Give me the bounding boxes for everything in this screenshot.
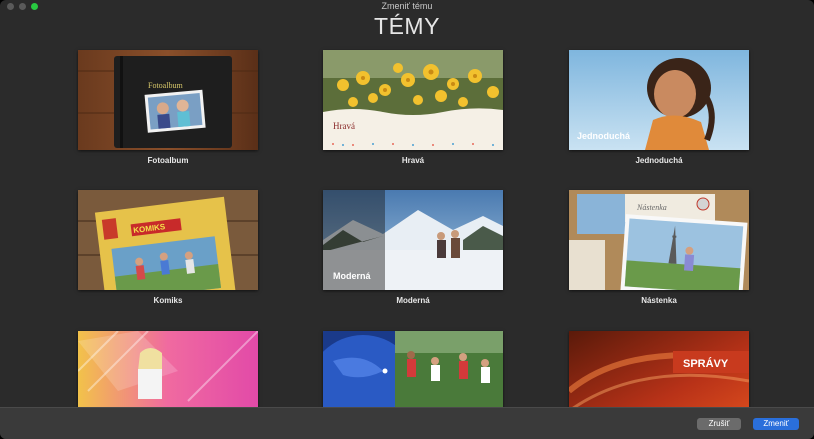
globe-theme-thumbnail xyxy=(323,331,503,407)
pink-theme-thumbnail xyxy=(78,331,258,407)
jednoducha-thumbnail: Jednoduchá xyxy=(569,50,749,150)
theme-tile-fotoalbum[interactable]: Fotoalbum xyxy=(78,50,258,150)
theme-tile-row3-right[interactable]: SPRÁVY xyxy=(569,331,749,407)
nastenka-thumbnail: Nástenka xyxy=(569,190,749,290)
theme-label-komiks: Komiks xyxy=(153,296,183,305)
fotoalbum-thumbnail: Fotoalbum xyxy=(78,50,258,150)
theme-tile-jednoducha[interactable]: Jednoduchá xyxy=(569,50,749,150)
theme-label-moderna: Moderná xyxy=(396,296,430,305)
theme-tile-komiks[interactable]: KOMIKS xyxy=(78,190,258,290)
theme-label-fotoalbum: Fotoalbum xyxy=(147,156,189,165)
footer-bar: Zrušiť Zmeniť xyxy=(0,407,814,439)
theme-label-nastenka: Nástenka xyxy=(641,296,677,305)
theme-tile-nastenka[interactable]: Nástenka xyxy=(569,190,749,290)
cancel-button[interactable]: Zrušiť xyxy=(697,418,741,430)
spravy-overlay-text: SPRÁVY xyxy=(683,357,729,370)
jednoducha-overlay-text: Jednoduchá xyxy=(577,131,631,141)
change-button[interactable]: Zmeniť xyxy=(753,418,799,430)
theme-label-jednoducha: Jednoduchá xyxy=(635,156,683,165)
hrava-overlay-text: Hravá xyxy=(333,121,355,131)
komiks-thumbnail: KOMIKS xyxy=(78,190,258,290)
theme-tile-row3-left[interactable] xyxy=(78,331,258,407)
moderna-overlay-text: Moderná xyxy=(333,271,371,281)
theme-picker-window: Zmeniť tému TÉMY Fotoalbum Fotoalbum Hra… xyxy=(0,0,814,439)
theme-tile-moderna[interactable]: Moderná xyxy=(323,190,503,290)
spravy-theme-thumbnail: SPRÁVY xyxy=(569,331,749,407)
moderna-thumbnail: Moderná xyxy=(323,190,503,290)
nastenka-overlay-text: Nástenka xyxy=(636,203,667,212)
theme-grid: Fotoalbum Fotoalbum Hravá Hravá Jednoduc… xyxy=(0,0,814,407)
fotoalbum-overlay-text: Fotoalbum xyxy=(148,81,183,90)
hrava-thumbnail: Hravá xyxy=(323,50,503,150)
theme-label-hrava: Hravá xyxy=(401,156,425,165)
theme-tile-hrava[interactable]: Hravá xyxy=(323,50,503,150)
theme-tile-row3-middle[interactable] xyxy=(323,331,503,407)
